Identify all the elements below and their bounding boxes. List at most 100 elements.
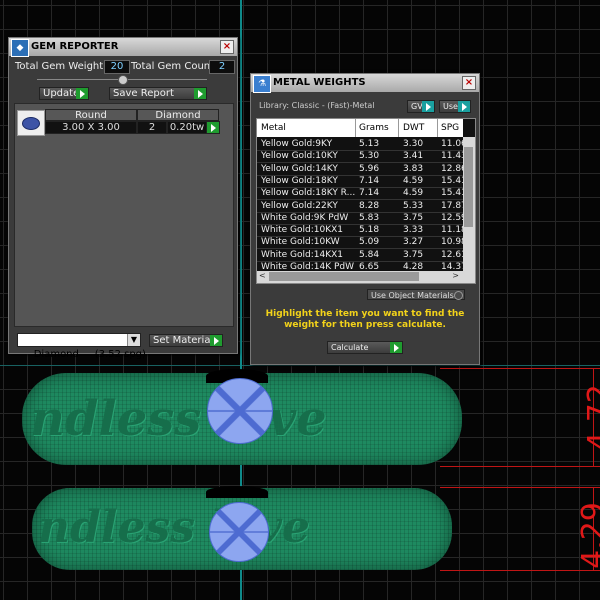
cell-metal: Yellow Gold:10KY [261,151,338,162]
heart-gem-bottom[interactable] [209,502,269,562]
table-row[interactable]: Yellow Gold:10KY 5.30 3.41 11.43 [257,150,467,164]
chevron-down-icon: ▼ [127,334,140,346]
metal-weights-titlebar[interactable]: ⚗ METAL WEIGHTS × [251,74,479,93]
cell-dwt: 3.33 [403,225,424,236]
dimension-line [440,368,600,369]
table-row[interactable]: White Gold:10KX1 5.18 3.33 11.18 [257,224,467,238]
flask-icon: ⚗ [253,75,271,93]
set-material-label: Set Material [153,335,214,346]
cell-dwt: 3.27 [403,237,424,248]
cell-dwt: 3.41 [403,151,424,162]
dimension-label-bottom: 4.29 [575,502,600,569]
cell-metal: White Gold:10KW [261,237,340,248]
set-material-button[interactable]: Set Material [149,334,223,347]
header-divider [355,119,356,137]
cell-grams: 5.13 [359,139,380,149]
gv-label: GV [411,102,423,111]
update-button[interactable]: Update [39,87,89,100]
table-row[interactable]: White Gold:10KW 5.09 3.27 10.98 [257,236,467,250]
gem-size-cell: 3.00 X 3.00 [45,121,137,134]
metal-weights-panel: ⚗ METAL WEIGHTS × Library: Classic - (Fa… [250,73,480,365]
scroll-thumb[interactable] [464,147,473,227]
header-divider [437,119,438,137]
cell-grams: 7.14 [359,188,380,199]
close-icon[interactable]: × [462,76,476,90]
gem-reporter-titlebar[interactable]: ◆ GEM REPORTER × [9,38,237,57]
horizontal-scrollbar[interactable]: < > [257,271,475,283]
cell-metal: Yellow Gold:18KY R... [261,188,355,199]
gem-row-action-button[interactable] [207,121,220,134]
save-report-label: Save Report [113,88,174,99]
table-row[interactable]: White Gold:9K PdW 5.83 3.75 12.59 [257,212,467,225]
heart-gem-top[interactable] [207,378,273,444]
cell-dwt: 5.33 [403,200,424,211]
gem-list: Round Diamond 3.00 X 3.00 2 0.20tw [14,103,234,327]
total-gem-count-field[interactable]: 2 [209,60,235,74]
cell-metal: White Gold:10KX1 [261,225,344,236]
play-arrow-icon [194,88,206,99]
total-gem-weight-label: Total Gem Weight [15,61,104,72]
cell-dwt: 3.30 [403,139,424,149]
metal-weights-title: METAL WEIGHTS [273,77,366,88]
dimension-line [440,466,600,467]
gem-reporter-panel: ◆ GEM REPORTER × Total Gem Weight 20 Tot… [8,37,238,360]
table-row[interactable]: Yellow Gold:9KY 5.13 3.30 11.06 [257,138,467,151]
save-report-button[interactable]: Save Report [109,87,207,100]
play-arrow-icon [207,122,219,133]
cell-grams: 5.09 [359,237,380,248]
dimension-line [440,487,600,488]
scroll-thumb[interactable] [269,272,419,281]
table-row[interactable]: Yellow Gold:14KY 5.96 3.83 12.86 [257,163,467,176]
column-header-metal: Metal [261,123,286,133]
cell-grams: 5.84 [359,249,380,260]
round-gem-icon [22,117,40,130]
dimension-label-top: 4.72 [581,384,600,451]
cell-metal: White Gold:9K PdW [261,212,349,223]
play-arrow-icon [390,342,402,353]
vertical-scrollbar[interactable] [463,137,475,271]
cell-grams: 5.96 [359,163,380,174]
calculate-label: Calculate [331,343,369,352]
metal-table: Metal Grams DWT SPG Yellow Gold:9KY 5.13 3… [256,118,476,284]
gem-reporter-title: GEM REPORTER [31,41,119,52]
use-object-materials-toggle[interactable]: Use Object Materials [367,289,465,300]
viewport-axis-horizontal [0,365,600,366]
update-button-label: Update [43,88,80,99]
ring-engraving: ndless love [38,502,310,553]
dimension-line [440,570,600,571]
column-header-dwt: DWT [403,123,425,133]
cell-metal: Yellow Gold:18KY [261,175,338,186]
chevron-right-icon[interactable]: > [452,271,459,280]
gv-library-button[interactable]: GV [407,100,435,113]
calculate-button[interactable]: Calculate [327,341,403,354]
table-row[interactable]: Yellow Gold:18KY 7.14 4.59 15.41 [257,175,467,188]
cell-dwt: 4.59 [403,175,424,186]
cell-dwt: 3.75 [403,249,424,260]
cell-grams: 7.14 [359,175,380,186]
material-select-value: Diamond (3.52 spg) [33,349,146,360]
total-gem-weight-field[interactable]: 20 [104,60,130,74]
cell-grams: 5.30 [359,151,380,162]
table-row[interactable]: Yellow Gold:18KY R... 7.14 4.59 15.41 [257,187,467,201]
heart-setting-notch [206,486,268,498]
gem-count-cell: 2 [137,121,167,134]
cell-metal: Yellow Gold:14KY [261,163,338,174]
cell-grams: 5.83 [359,212,380,223]
gem-weight-cell: 0.20tw [167,121,207,134]
material-select[interactable]: Diamond (3.52 spg) ▼ [17,333,146,360]
column-header-material: Diamond [137,109,219,121]
cell-grams: 5.18 [359,225,380,236]
cell-metal: Yellow Gold:22KY [261,200,338,211]
hint-text: Highlight the item you want to find the … [265,309,465,330]
table-row[interactable]: White Gold:14KX1 5.84 3.75 12.61 [257,249,467,262]
user-library-button[interactable]: User [439,100,471,113]
slider-handle[interactable] [118,75,128,85]
gem-app-icon: ◆ [11,39,29,57]
gem-thumbnail[interactable] [17,110,45,136]
close-icon[interactable]: × [220,40,234,54]
radio-icon [454,291,463,300]
table-row[interactable]: Yellow Gold:22KY 8.28 5.33 17.87 [257,200,467,213]
chevron-left-icon[interactable]: < [259,271,266,280]
column-header-shape: Round [45,109,137,121]
cell-metal: White Gold:14KX1 [261,249,344,260]
